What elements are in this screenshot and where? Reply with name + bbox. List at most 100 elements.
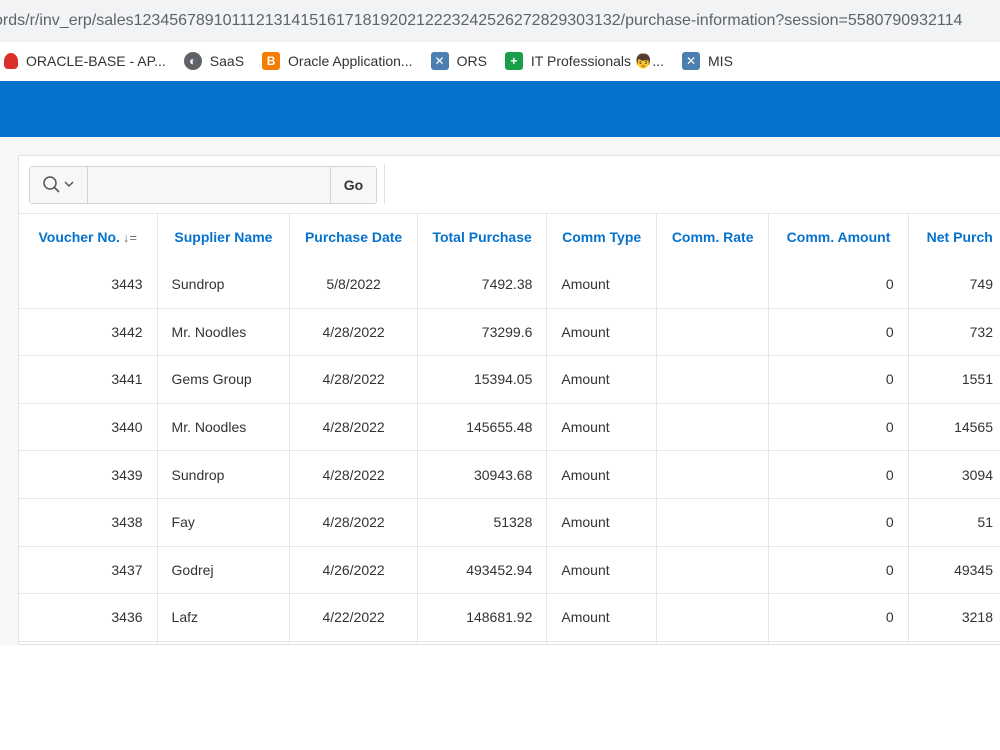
bookmark-it-professionals[interactable]: + IT Professionals 👦... bbox=[504, 52, 665, 70]
cell-voucher-no: 3443 bbox=[19, 260, 158, 309]
empty-cell bbox=[157, 640, 291, 644]
cell-net-purchase: 3218 bbox=[908, 593, 1000, 642]
cell-comm-type: Amount bbox=[546, 260, 657, 309]
cell-total-purchase: 493452.94 bbox=[417, 545, 548, 594]
app-header-band bbox=[0, 81, 1000, 137]
cell-voucher-no: 3440 bbox=[19, 402, 158, 451]
cell-supplier-name: Sundrop bbox=[157, 450, 291, 499]
cell-comm-amount: 0 bbox=[768, 402, 909, 451]
sort-descending-icon: ↓= bbox=[122, 230, 138, 246]
empty-cell bbox=[656, 640, 770, 644]
column-header-total-purchase[interactable]: Total Purchase bbox=[417, 213, 548, 261]
cell-comm-amount: 0 bbox=[768, 260, 909, 309]
globe-icon: ◐ bbox=[183, 52, 202, 70]
column-header-purchase-date[interactable]: Purchase Date bbox=[289, 213, 418, 261]
cell-purchase-date: 4/28/2022 bbox=[289, 307, 418, 356]
cell-total-purchase: 7492.38 bbox=[417, 260, 548, 309]
x-app-icon: ✕ bbox=[682, 52, 701, 70]
search-input[interactable] bbox=[88, 167, 330, 203]
table-row: 3438 Fay 4/28/2022 51328 Amount 0 51 bbox=[19, 497, 1000, 547]
cell-comm-rate bbox=[656, 450, 770, 499]
cell-total-purchase: 30943.68 bbox=[417, 450, 548, 499]
cell-purchase-date: 5/8/2022 bbox=[289, 260, 418, 309]
cell-total-purchase: 15394.05 bbox=[417, 355, 548, 404]
cell-comm-rate bbox=[656, 545, 770, 594]
bookmark-label: MIS bbox=[708, 53, 733, 69]
cell-comm-type: Amount bbox=[546, 545, 657, 594]
cell-voucher-no: 3439 bbox=[19, 450, 158, 499]
cell-voucher-no: 3441 bbox=[19, 355, 158, 404]
cell-voucher-no: 3438 bbox=[19, 497, 158, 547]
table-row: 3439 Sundrop 4/28/2022 30943.68 Amount 0 3094 bbox=[19, 450, 1000, 499]
cell-comm-amount: 0 bbox=[768, 450, 909, 499]
empty-cell bbox=[289, 640, 418, 644]
cell-purchase-date: 4/26/2022 bbox=[289, 545, 418, 594]
column-header-label: Voucher No. bbox=[38, 229, 120, 246]
cell-comm-rate bbox=[656, 497, 770, 547]
cell-supplier-name: Mr. Noodles bbox=[157, 402, 291, 451]
cell-purchase-date: 4/22/2022 bbox=[289, 593, 418, 642]
cell-total-purchase: 145655.48 bbox=[417, 402, 548, 451]
column-header-voucher-no[interactable]: Voucher No. ↓= bbox=[19, 213, 158, 261]
cell-supplier-name: Godrej bbox=[157, 545, 291, 594]
bookmark-label: ORS bbox=[456, 53, 487, 69]
cell-net-purchase: 14565 bbox=[908, 402, 1000, 451]
cell-purchase-date: 4/28/2022 bbox=[289, 450, 418, 499]
cell-comm-type: Amount bbox=[546, 450, 657, 499]
header-row: Voucher No. ↓= Supplier Name Purchase Dat… bbox=[19, 213, 1000, 261]
bookmark-mis[interactable]: ✕ MIS bbox=[682, 52, 733, 70]
cell-comm-type: Amount bbox=[546, 307, 657, 356]
cell-net-purchase: 51 bbox=[908, 497, 1000, 547]
column-header-comm-rate[interactable]: Comm. Rate bbox=[656, 213, 770, 261]
cell-supplier-name: Gems Group bbox=[157, 355, 291, 404]
cell-comm-amount: 0 bbox=[768, 593, 909, 642]
bookmark-oracle-application[interactable]: B Oracle Application... bbox=[262, 52, 413, 70]
cell-voucher-no: 3437 bbox=[19, 545, 158, 594]
cell-comm-type: Amount bbox=[546, 593, 657, 642]
cell-net-purchase: 49345 bbox=[908, 545, 1000, 594]
cell-comm-amount: 0 bbox=[768, 355, 909, 404]
cell-comm-rate bbox=[656, 260, 770, 309]
bookmark-ors[interactable]: ✕ ORS bbox=[430, 52, 487, 70]
cell-supplier-name: Lafz bbox=[157, 593, 291, 642]
cell-supplier-name: Fay bbox=[157, 497, 291, 547]
go-button[interactable]: Go bbox=[330, 167, 376, 203]
x-app-icon: ✕ bbox=[430, 52, 449, 70]
cell-comm-type: Amount bbox=[546, 497, 657, 547]
table-row: 3442 Mr. Noodles 4/28/2022 73299.6 Amount 0 73… bbox=[19, 307, 1000, 356]
cell-net-purchase: 732 bbox=[908, 307, 1000, 356]
bookmark-label: SaaS bbox=[209, 53, 245, 69]
search-column-button[interactable] bbox=[30, 167, 88, 203]
report-toolbar: Go bbox=[29, 166, 377, 204]
cell-voucher-no: 3442 bbox=[19, 307, 158, 356]
cell-purchase-date: 4/28/2022 bbox=[289, 402, 418, 451]
table-row: 3443 Sundrop 5/8/2022 7492.38 Amount 0 749 bbox=[19, 260, 1000, 309]
column-header-supplier-name[interactable]: Supplier Name bbox=[157, 213, 291, 261]
table-row: 3436 Lafz 4/22/2022 148681.92 Amount 0 3218 bbox=[19, 593, 1000, 642]
bookmark-label: ORACLE-BASE - AP... bbox=[26, 53, 166, 69]
blogger-icon: B bbox=[262, 52, 281, 70]
table-row: 3441 Gems Group 4/28/2022 15394.05 Amount 0 15… bbox=[19, 355, 1000, 404]
bookmark-saas[interactable]: ◐ SaaS bbox=[183, 52, 245, 70]
table-row-partial bbox=[19, 640, 1000, 644]
cell-total-purchase: 73299.6 bbox=[417, 307, 548, 356]
cell-comm-rate bbox=[656, 355, 770, 404]
empty-cell bbox=[546, 640, 657, 644]
cell-comm-amount: 0 bbox=[768, 307, 909, 356]
toolbar-divider bbox=[384, 164, 385, 204]
column-header-net-purchase[interactable]: Net Purch bbox=[908, 213, 1000, 261]
interactive-report-region: Go Voucher No. ↓= Supplier Name Purchase … bbox=[18, 155, 1000, 645]
cell-comm-amount: 0 bbox=[768, 497, 909, 547]
column-header-comm-amount[interactable]: Comm. Amount bbox=[768, 213, 909, 261]
url-text: ords/r/inv_erp/sales12345678910111213141… bbox=[0, 12, 963, 29]
table-row: 3440 Mr. Noodles 4/28/2022 145655.48 Amount 0… bbox=[19, 402, 1000, 451]
bookmark-label: IT Professionals 👦... bbox=[530, 52, 665, 69]
cell-voucher-no: 3436 bbox=[19, 593, 158, 642]
bookmark-oracle-base[interactable]: ORACLE-BASE - AP... bbox=[4, 53, 166, 69]
address-bar[interactable]: ords/r/inv_erp/sales12345678910111213141… bbox=[0, 0, 1000, 42]
column-header-comm-type[interactable]: Comm Type bbox=[546, 213, 657, 261]
cell-total-purchase: 51328 bbox=[417, 497, 548, 547]
cell-comm-type: Amount bbox=[546, 355, 657, 404]
cell-comm-rate bbox=[656, 593, 770, 642]
search-icon bbox=[42, 176, 74, 193]
